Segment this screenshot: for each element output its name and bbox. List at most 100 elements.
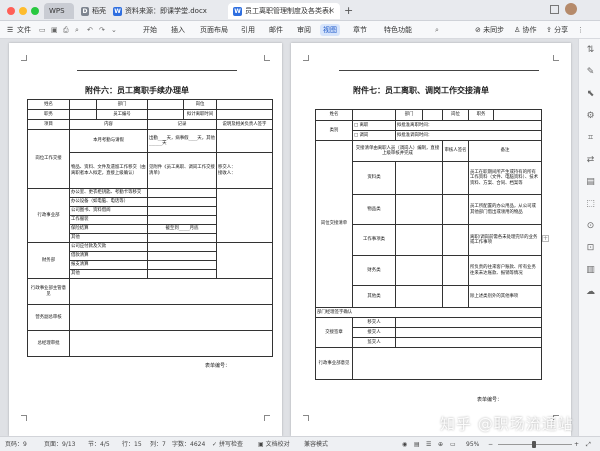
- fullscreen-icon[interactable]: ⤢: [586, 440, 591, 449]
- table-cell[interactable]: [442, 224, 469, 256]
- folder-icon[interactable]: ▭: [36, 24, 49, 36]
- table-cell[interactable]: [147, 251, 217, 261]
- tab-docer[interactable]: D 稻壳: [76, 3, 106, 19]
- minimize-window-button[interactable]: [19, 7, 27, 15]
- save-icon[interactable]: ▣: [48, 24, 61, 36]
- table-cell[interactable]: [147, 109, 184, 120]
- cloud-icon[interactable]: ☁: [585, 287, 596, 298]
- table-cell[interactable]: [442, 285, 469, 308]
- table-cell[interactable]: [395, 285, 443, 308]
- add-row-icon[interactable]: +: [542, 235, 549, 242]
- zoom-slider-handle[interactable]: [532, 441, 536, 448]
- menu-mailings[interactable]: 邮件: [266, 24, 286, 36]
- window-layout-icon[interactable]: [550, 5, 559, 14]
- layers-icon[interactable]: ▤: [585, 177, 596, 188]
- avatar[interactable]: [565, 3, 577, 15]
- transfer-icon[interactable]: ⇄: [585, 155, 596, 166]
- table-cell[interactable]: [147, 206, 217, 216]
- collab-button[interactable]: ♙ 协作: [511, 24, 540, 36]
- table-cell[interactable]: [442, 255, 469, 286]
- table-cell[interactable]: [493, 109, 542, 121]
- menu-references[interactable]: 引用: [238, 24, 258, 36]
- table-cell[interactable]: [147, 99, 184, 110]
- table-cell[interactable]: [442, 161, 469, 195]
- menu-view[interactable]: 视图: [320, 24, 340, 36]
- share-button[interactable]: ⇪ 分享: [543, 24, 571, 36]
- unsync-status[interactable]: ⊘ 未同步: [472, 24, 507, 36]
- read-mode-icon[interactable]: ▭: [450, 440, 456, 449]
- table-cell[interactable]: [69, 109, 97, 120]
- spellcheck-toggle[interactable]: ✓ 拼写检查: [212, 440, 243, 449]
- table-cell[interactable]: [395, 194, 443, 225]
- table-cell[interactable]: [69, 278, 273, 305]
- menu-special-features[interactable]: 特色功能: [381, 24, 415, 36]
- tab-active-doc[interactable]: W 员工离职管理制度及各类表格 ×: [228, 3, 340, 19]
- table-cell[interactable]: [395, 337, 542, 348]
- tab-wps-home[interactable]: WPS: [44, 3, 74, 19]
- zoom-out-icon[interactable]: −: [488, 440, 493, 449]
- table-cell[interactable]: [147, 242, 217, 252]
- table-cell[interactable]: [147, 188, 217, 198]
- menu-chapter[interactable]: 章节: [350, 24, 370, 36]
- chart-icon[interactable]: ▥: [585, 265, 596, 276]
- table-cell[interactable]: [216, 242, 273, 279]
- page-view-icon[interactable]: ▤: [414, 440, 420, 449]
- eye-icon[interactable]: ◉: [402, 440, 407, 449]
- tab-source-doc[interactable]: W 资料来源：即课学堂.docx: [108, 3, 226, 19]
- table-cell[interactable]: [147, 260, 217, 270]
- zoom-level[interactable]: 95%: [466, 440, 479, 449]
- table-cell[interactable]: [69, 99, 97, 110]
- close-window-button[interactable]: [7, 7, 15, 15]
- crop-icon[interactable]: ⌗: [585, 133, 596, 144]
- collapse-icon[interactable]: ⇅: [585, 45, 596, 56]
- table-cell[interactable]: [422, 109, 443, 121]
- category-checkbox-resign[interactable]: □ 离职: [352, 120, 396, 131]
- table-cell[interactable]: [216, 188, 273, 243]
- category-checkbox-transfer[interactable]: □ 调岗: [352, 130, 396, 141]
- status-word-count[interactable]: 字数：4624: [172, 440, 205, 449]
- undo-icon[interactable]: ↶: [84, 24, 96, 36]
- menu-home[interactable]: 开始: [140, 24, 160, 36]
- help-icon[interactable]: ⊙: [585, 221, 596, 232]
- menu-insert[interactable]: 插入: [168, 24, 188, 36]
- outline-icon[interactable]: ☰: [426, 440, 431, 449]
- table-cell[interactable]: [395, 224, 443, 256]
- print-icon[interactable]: ⎙: [60, 24, 72, 36]
- web-view-icon[interactable]: ⊕: [438, 440, 443, 449]
- table-cell[interactable]: [216, 99, 273, 110]
- table-cell[interactable]: [147, 269, 217, 279]
- table-cell[interactable]: [352, 109, 396, 121]
- search-icon[interactable]: ⌕: [432, 24, 442, 36]
- table-cell[interactable]: [216, 129, 273, 153]
- table-cell[interactable]: [395, 161, 443, 195]
- proofread-button[interactable]: ▣ 文档校对: [258, 440, 290, 449]
- preview-icon[interactable]: ⌕: [72, 24, 82, 36]
- table-cell[interactable]: [352, 347, 542, 380]
- settings-icon[interactable]: ⚙: [585, 111, 596, 122]
- table-cell[interactable]: [395, 327, 542, 338]
- lock-icon[interactable]: ⊡: [585, 243, 596, 254]
- redo-icon[interactable]: ↷: [96, 24, 108, 36]
- table-cell[interactable]: [395, 255, 443, 286]
- table-cell[interactable]: [216, 109, 273, 120]
- table-cell[interactable]: [69, 304, 273, 331]
- table-cell[interactable]: [147, 197, 217, 207]
- menu-file[interactable]: 文件: [14, 24, 34, 36]
- table-cell: 保险结算: [69, 224, 148, 234]
- pointer-icon[interactable]: ⬉: [585, 89, 596, 100]
- maximize-window-button[interactable]: [31, 7, 39, 15]
- zoom-in-icon[interactable]: +: [574, 440, 579, 449]
- table-cell[interactable]: [69, 330, 273, 357]
- table-cell[interactable]: [442, 194, 469, 225]
- menu-review[interactable]: 审阅: [294, 24, 314, 36]
- close-tab-icon[interactable]: ×: [328, 6, 335, 15]
- pen-icon[interactable]: ✎: [585, 67, 596, 78]
- frame-icon[interactable]: ⬚: [585, 199, 596, 210]
- menu-page-layout[interactable]: 页面布局: [197, 24, 231, 36]
- more-icon[interactable]: ⌄: [108, 24, 120, 36]
- table-cell[interactable]: [147, 233, 217, 243]
- table-cell[interactable]: [147, 215, 217, 225]
- new-tab-button[interactable]: +: [344, 4, 353, 17]
- table-cell[interactable]: [395, 317, 542, 328]
- more-options-icon[interactable]: ⋮: [574, 24, 587, 36]
